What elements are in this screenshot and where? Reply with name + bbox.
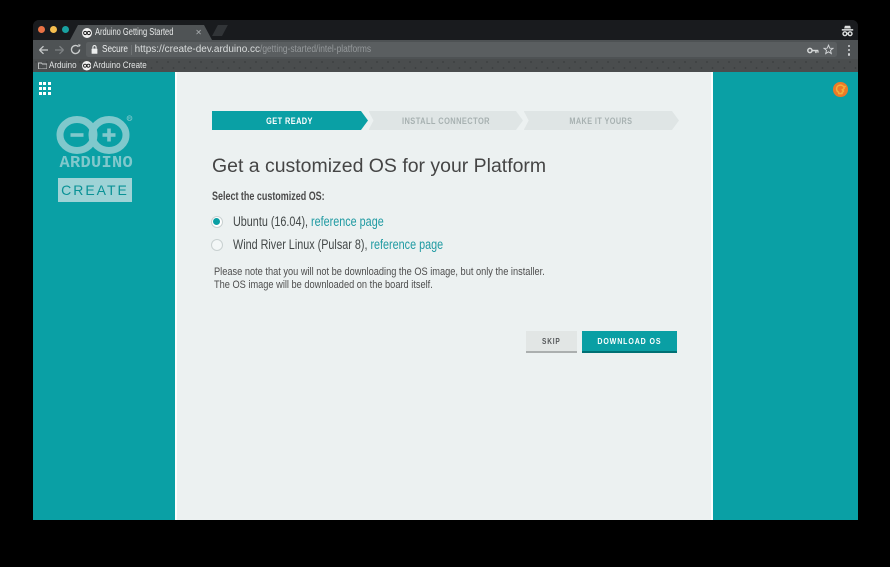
svg-text:R: R	[127, 115, 130, 120]
